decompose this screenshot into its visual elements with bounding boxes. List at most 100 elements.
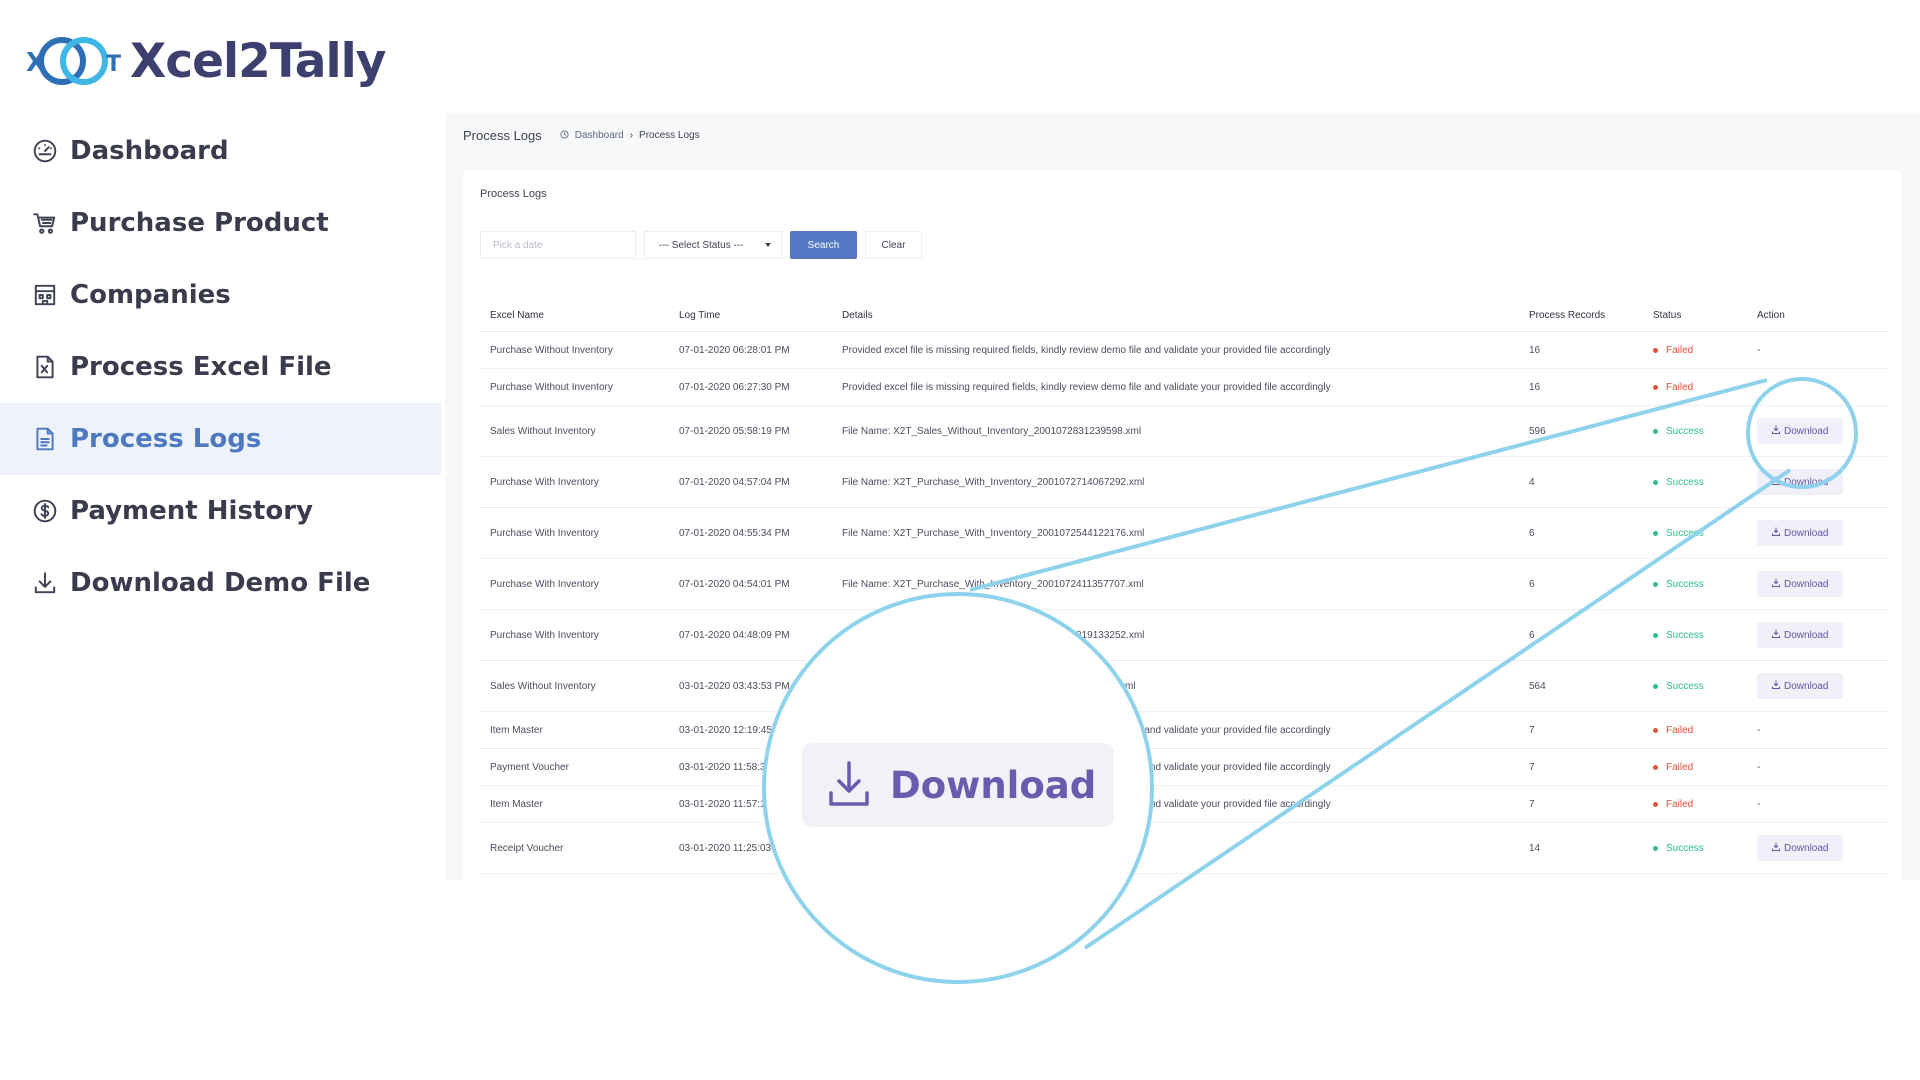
action-placeholder: - (1757, 761, 1761, 773)
sidebar-item-label: Process Excel File (70, 352, 332, 382)
status-label: Failed (1666, 798, 1694, 810)
status-badge: Success (1653, 528, 1704, 539)
download-button[interactable]: Download (1757, 622, 1844, 648)
status-badge: Failed (1653, 382, 1693, 393)
status-badge: Failed (1653, 762, 1693, 773)
status-badge: Failed (1653, 345, 1693, 356)
cell-details: File Name: X2T_Purchase_With_Inventory_2… (832, 507, 1519, 559)
cell-process-records: 14 (1519, 822, 1643, 874)
cell-excel-name: Sales Without Inventory (480, 660, 669, 712)
status-dot-icon (1653, 581, 1658, 587)
cell-process-records: 7 (1519, 785, 1643, 823)
cell-action: Download (1747, 609, 1890, 661)
clock-icon (560, 129, 569, 142)
xcel2tally-logo-mark-icon: X T (24, 31, 128, 91)
clear-button[interactable]: Clear (865, 231, 922, 259)
table-row: Item Master03-01-2020 12:19:45 PMProvide… (480, 711, 1890, 749)
cell-log-time: 07-01-2020 06:27:30 PM (669, 368, 832, 406)
status-dot-icon (1653, 479, 1658, 485)
cell-action: Download (1747, 405, 1890, 457)
cell-excel-name: Item Master (480, 711, 669, 749)
cell-excel-name: Payment Voucher (480, 748, 669, 786)
status-label: Success (1666, 578, 1704, 590)
cell-excel-name: Item Master (480, 785, 669, 823)
cell-status: Failed (1643, 368, 1747, 406)
status-badge: Success (1653, 426, 1704, 437)
download-button[interactable]: Download (1757, 673, 1844, 699)
status-badge: Failed (1653, 799, 1693, 810)
caret-down-icon (765, 240, 771, 251)
status-label: Failed (1666, 724, 1694, 736)
table-row: Purchase Without Inventory 07-01-2020 06:… (480, 368, 1890, 406)
status-dot-icon (1653, 428, 1658, 434)
status-label: Success (1666, 476, 1704, 488)
sidebar-item-payment-history[interactable]: Payment History (0, 475, 441, 547)
breadcrumb-dashboard-link[interactable]: Dashboard (575, 130, 624, 141)
cell-process-records: 564 (1519, 660, 1643, 712)
app-logo[interactable]: X T Xcel2Tally (24, 26, 386, 96)
download-icon (1772, 578, 1780, 590)
sidebar-item-purchase-product[interactable]: Purchase Product (0, 187, 441, 259)
sidebar-item-download-demo-file[interactable]: Download Demo File (0, 547, 441, 619)
status-label: Success (1666, 842, 1704, 854)
download-button-label: Download (1784, 476, 1829, 488)
sidebar-item-process-excel-file[interactable]: Process Excel File (0, 331, 441, 403)
sidebar-item-process-logs[interactable]: Process Logs (0, 403, 441, 475)
download-button-label: Download (1784, 578, 1829, 590)
cell-log-time: 07-01-2020 04:48:09 PM (669, 609, 832, 661)
download-icon (1772, 629, 1780, 641)
cell-excel-name: Purchase With Inventory (480, 507, 669, 559)
cell-action: - (1747, 711, 1890, 749)
date-picker-input[interactable] (480, 231, 636, 259)
download-button[interactable]: Download (1757, 835, 1844, 861)
sidebar-nav: Dashboard Purchase Product Companies Pro… (0, 115, 441, 619)
zoomed-download-button[interactable]: Download (802, 743, 1114, 827)
download-button-label: Download (1784, 527, 1829, 539)
status-select-value: --- Select Status --- (659, 239, 744, 251)
status-dot-icon (1653, 683, 1658, 689)
cell-details: File Name: X2T_Sales_Without_Inventory_2… (832, 405, 1519, 457)
status-dot-icon (1653, 632, 1658, 638)
download-button[interactable]: Download (1757, 418, 1844, 444)
cell-status: Success (1643, 405, 1747, 457)
status-label: Failed (1666, 381, 1694, 393)
action-placeholder: - (1757, 724, 1761, 736)
brand-name: Xcel2Tally (130, 33, 386, 89)
table-row: Purchase Without Inventory 07-01-2020 06:… (480, 331, 1890, 369)
download-button[interactable]: Download (1757, 571, 1844, 597)
download-button-label: Download (1784, 629, 1829, 641)
cell-process-records: 6 (1519, 609, 1643, 661)
column-header-status: Status (1643, 299, 1747, 332)
cell-log-time: 07-01-2020 06:28:01 PM (669, 331, 832, 369)
cell-process-records: 16 (1519, 331, 1643, 369)
status-dot-icon (1653, 801, 1658, 807)
status-label: Success (1666, 425, 1704, 437)
column-header-excel-name: Excel Name (480, 299, 669, 332)
download-icon (1772, 476, 1780, 488)
search-button[interactable]: Search (790, 231, 857, 259)
breadcrumb-separator: › (629, 130, 634, 141)
filter-bar: --- Select Status --- Search Clear (480, 231, 922, 259)
cell-status: Failed (1643, 748, 1747, 786)
cell-process-records: 16 (1519, 368, 1643, 406)
cell-log-time: 07-01-2020 04:57:04 PM (669, 456, 832, 508)
status-select[interactable]: --- Select Status --- (644, 231, 782, 259)
table-row: Sales Without Inventory 03-01-2020 03:43:… (480, 660, 1890, 712)
table-row: Purchase With Inventory 07-01-2020 04:48:… (480, 609, 1890, 661)
cell-details: Provided excel file is missing required … (832, 331, 1519, 369)
logs-table: Excel Name Log Time Details Process Reco… (480, 299, 1890, 874)
status-badge: Success (1653, 681, 1704, 692)
sidebar-item-companies[interactable]: Companies (0, 259, 441, 331)
page-title: Process Logs (463, 128, 542, 143)
cell-process-records: 7 (1519, 711, 1643, 749)
dollar-circle-icon (30, 496, 60, 526)
download-button-label: Download (1784, 425, 1829, 437)
status-label: Success (1666, 527, 1704, 539)
download-button[interactable]: Download (1757, 520, 1844, 546)
download-icon (30, 568, 60, 598)
sidebar-item-dashboard[interactable]: Dashboard (0, 115, 441, 187)
cell-status: Failed (1643, 785, 1747, 823)
download-button[interactable]: Download (1757, 469, 1844, 495)
download-icon (1772, 680, 1780, 692)
status-dot-icon (1653, 530, 1658, 536)
